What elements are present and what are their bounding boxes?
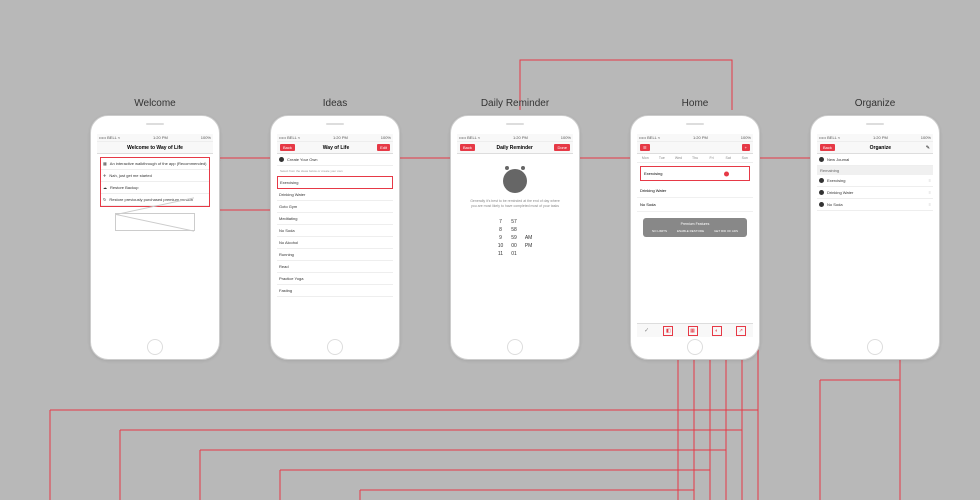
label-home: Home [630,98,760,109]
idea-item[interactable]: Fasting [277,285,393,297]
idea-item[interactable]: Goto Gym [277,201,393,213]
hint-text: Select from the ideas below or create yo… [277,166,393,176]
tb-btn-3[interactable]: ◐ [712,326,722,336]
statusbar: ••••• BELL ≈1:20 PM100% [637,134,753,142]
label-welcome: Welcome [90,98,220,109]
tb-btn-1[interactable]: ◧ [663,326,673,336]
phone-welcome: ••••• BELL ≈1:20 PM100% Welcome to Way o… [90,115,220,360]
title: Welcome to Way of Life [127,145,183,151]
premium-feature: NO LIMITS [652,229,667,233]
status-dot-icon [724,171,729,176]
remaining-item[interactable]: Exercising≡ [817,175,933,187]
premium-feature: ENABLE RESTORE [677,229,704,233]
statusbar: ••••• BELL ≈1:20 PM100% [457,134,573,142]
premium-title: Premium Features [647,222,743,226]
idea-item[interactable]: Exercising [277,176,393,189]
phone-reminder: ••••• BELL ≈1:20 PM100% Back Daily Remind… [450,115,580,360]
edit-icon[interactable]: ✎ [926,145,930,151]
navbar: Welcome to Way of Life [97,142,213,154]
back-button[interactable]: Back [280,144,295,151]
habit-row[interactable]: Exercising [640,166,750,181]
idea-item[interactable]: No Soda [277,225,393,237]
reminder-description: Generally it's best to be reminded at th… [460,199,570,208]
create-own[interactable]: Create Your Own [277,154,393,166]
bullet-icon [819,190,824,195]
idea-item[interactable]: Running [277,249,393,261]
welcome-item[interactable]: ▦An interactive walkthrough of the app (… [101,158,209,170]
section-header: Remaining [817,166,933,175]
drag-handle-icon[interactable]: ≡ [929,202,931,207]
idea-item[interactable]: Meditating [277,213,393,225]
alarm-clock-icon [503,169,527,193]
premium-banner[interactable]: Premium Features NO LIMITS ENABLE RESTOR… [643,218,747,237]
habit-row[interactable]: No Soda [637,198,753,212]
remaining-item[interactable]: No Soda≡ [817,199,933,211]
label-reminder: Daily Reminder [450,98,580,109]
remaining-item[interactable]: Drinking Water≡ [817,187,933,199]
purchase-icon: ↻ [103,197,106,202]
navbar: Back Daily Reminder Done [457,142,573,154]
statusbar: ••••• BELL ≈1:20 PM100% [97,134,213,142]
habit-row[interactable]: Drinking Water [637,184,753,198]
tb-btn-2[interactable]: ▦ [688,326,698,336]
statusbar: ••••• BELL ≈1:20 PM100% [277,134,393,142]
back-button[interactable]: Back [820,144,835,151]
plus-icon [279,157,284,162]
label-ideas: Ideas [270,98,400,109]
navbar: Back Way of Life Edit [277,142,393,154]
edit-button[interactable]: Edit [377,144,390,151]
done-button[interactable]: Done [554,144,570,151]
title: Organize [870,145,891,151]
bullet-icon [819,202,824,207]
skip-icon: ✈ [103,173,106,178]
title: Way of Life [323,145,349,151]
idea-item[interactable]: Practice Yoga [277,273,393,285]
welcome-item[interactable]: ✈Nah, just get me started [101,170,209,182]
back-button[interactable]: Back [460,144,475,151]
wireframe-canvas: Welcome ••••• BELL ≈1:20 PM100% Welcome … [0,0,980,500]
phone-organize: ••••• BELL ≈1:20 PM100% Back Organize ✎ Ne… [810,115,940,360]
organize-item[interactable]: New Journal [817,154,933,166]
idea-item[interactable]: Read [277,261,393,273]
plus-icon [819,157,824,162]
phone-home: ••••• BELL ≈1:20 PM100% ☰+ MonTueWedThuF… [630,115,760,360]
image-placeholder [115,213,195,231]
navbar: Back Organize ✎ [817,142,933,154]
add-button[interactable]: + [742,144,750,151]
title: Daily Reminder [496,145,532,151]
navbar: ☰+ [637,142,753,154]
walkthrough-icon: ▦ [103,161,107,166]
statusbar: ••••• BELL ≈1:20 PM100% [817,134,933,142]
idea-item[interactable]: Drinking Water [277,189,393,201]
tb-btn-4[interactable]: ↗ [736,326,746,336]
time-picker[interactable]: 7891011 5758590001 AMPM [460,218,570,258]
label-organize: Organize [810,98,940,109]
bullet-icon [819,178,824,183]
idea-item[interactable]: No Alcohol [277,237,393,249]
drag-handle-icon[interactable]: ≡ [929,178,931,183]
welcome-item[interactable]: ☁Restore Backup [101,182,209,194]
phone-ideas: ••••• BELL ≈1:20 PM100% Back Way of Life E… [270,115,400,360]
week-tabs[interactable]: MonTueWedThuFriSatSun [637,154,753,163]
drag-handle-icon[interactable]: ≡ [929,190,931,195]
menu-button[interactable]: ☰ [640,144,650,151]
premium-feature: GET RID OF ADS [714,229,738,233]
tb-check[interactable]: ✓ [644,327,649,334]
restore-icon: ☁ [103,185,107,190]
bottom-toolbar: ✓ ◧ ▦ ◐ ↗ [637,323,753,337]
